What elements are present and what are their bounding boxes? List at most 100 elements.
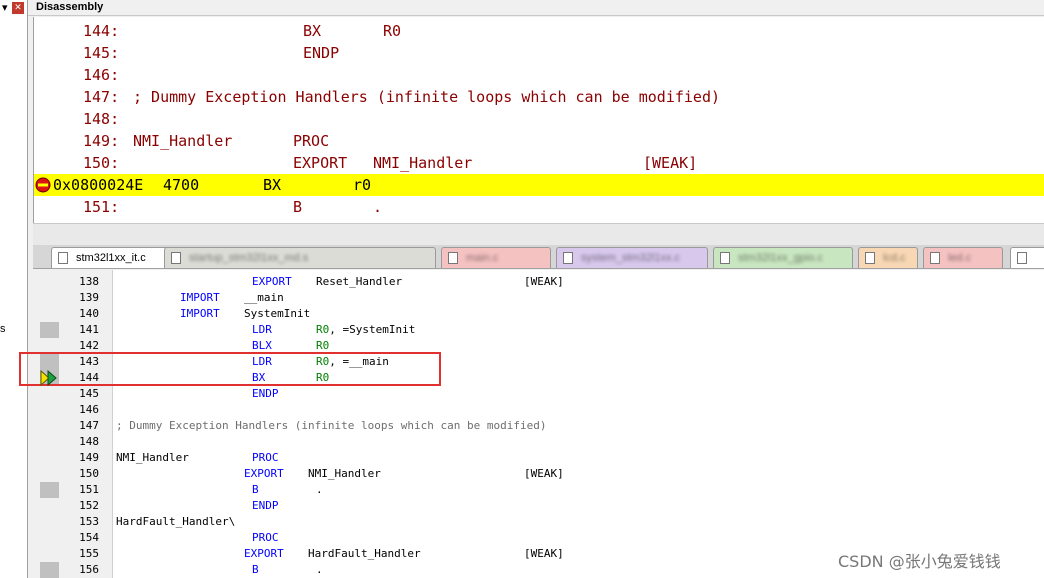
disassembly-line[interactable]: 144: BX R0 xyxy=(34,20,1044,42)
watermark: CSDN @张小兔爱钱钱 xyxy=(838,552,1001,571)
tab-main-c[interactable]: main.c xyxy=(441,247,551,268)
source-line[interactable]: 154 PROC xyxy=(33,530,1044,546)
line-number: 152 xyxy=(79,499,99,512)
disassembly-line-number: 151: xyxy=(83,198,120,216)
line-number: 154 xyxy=(79,531,99,544)
pin-icon[interactable]: ▾ xyxy=(2,1,8,14)
tab-label: stm32l1xx_it.c xyxy=(76,252,146,264)
line-number: 150 xyxy=(79,467,99,480)
disassembly-pane[interactable]: 144: BX R0 145: ENDP 146: 147: ; Dummy Exceptio… xyxy=(33,17,1044,223)
breakpoint-margin-marker[interactable] xyxy=(40,482,59,498)
disassembly-line[interactable]: 147: ; Dummy Exception Handlers (infinite… xyxy=(34,86,1044,108)
source-arg: Reset_Handler xyxy=(316,275,403,288)
current-instruction-operand: r0 xyxy=(353,176,372,194)
current-instruction-arrow-icon xyxy=(35,177,51,193)
source-op: B xyxy=(252,483,259,496)
tab-system-stm32l1xx-c[interactable]: system_stm32l1xx.c xyxy=(556,247,708,268)
line-number: 138 xyxy=(79,275,99,288)
tab-label: system_stm32l1xx.c xyxy=(581,252,681,264)
line-number: 141 xyxy=(79,323,99,336)
line-number: 149 xyxy=(79,451,99,464)
source-op: ENDP xyxy=(252,499,279,512)
disassembly-line-number: 149: xyxy=(83,132,120,150)
tab-startup-stm32l1xx-md-s[interactable]: startup_stm32l1xx_md.s xyxy=(164,247,436,268)
line-number: 151 xyxy=(79,483,99,496)
disassembly-line[interactable]: 148: xyxy=(34,108,1044,130)
tab-lcd-c[interactable]: lcd.c xyxy=(858,247,918,268)
close-icon[interactable]: ✕ xyxy=(12,2,24,14)
source-op: PROC xyxy=(252,451,279,464)
disassembly-title: Disassembly xyxy=(36,1,104,13)
line-number: 153 xyxy=(79,515,99,528)
disassembly-arg: . xyxy=(373,198,383,216)
disassembly-line[interactable]: 145: ENDP xyxy=(34,42,1044,64)
line-number: 155 xyxy=(79,547,99,560)
source-line[interactable]: 151 B. xyxy=(33,482,1044,498)
disassembly-line-number: 148: xyxy=(83,110,120,128)
file-icon xyxy=(930,252,940,264)
disassembly-arg: R0 xyxy=(383,22,402,40)
source-editor[interactable]: 138 EXPORT Reset_Handler [WEAK] 139 IMPORT __m… xyxy=(33,270,1044,578)
left-panel-strip: ▾ ✕ s xyxy=(0,0,28,578)
source-line[interactable]: 149 NMI_Handler PROC xyxy=(33,450,1044,466)
source-line[interactable]: 153 HardFault_Handler\ xyxy=(33,514,1044,530)
source-op: EXPORT xyxy=(244,547,284,560)
source-line[interactable]: 150 EXPORT NMI_Handler [WEAK] xyxy=(33,466,1044,482)
source-line[interactable]: 147 ; Dummy Exception Handlers (infinite … xyxy=(33,418,1044,434)
tab-stm32l1xx-it-c[interactable]: stm32l1xx_it.c xyxy=(51,247,179,268)
source-op: EXPORT xyxy=(252,275,292,288)
disassembly-op: ENDP xyxy=(303,44,340,62)
line-number: 140 xyxy=(79,307,99,320)
tab-label: stm32l1xx_gpio.c xyxy=(738,252,823,264)
source-weak-attr: [WEAK] xyxy=(524,547,564,560)
current-instruction-opcode: 4700 xyxy=(163,176,200,194)
file-icon xyxy=(448,252,458,264)
breakpoint-margin-marker[interactable] xyxy=(40,562,59,578)
line-number: 146 xyxy=(79,403,99,416)
disassembly-line[interactable]: 151: B. xyxy=(34,196,1044,218)
source-line[interactable]: 152 ENDP xyxy=(33,498,1044,514)
source-op: LDR xyxy=(252,323,272,336)
source-label: NMI_Handler xyxy=(116,451,189,464)
source-line[interactable]: 145 ENDP xyxy=(33,386,1044,402)
disassembly-op: BX xyxy=(303,22,322,40)
file-icon xyxy=(58,252,68,264)
source-op: B xyxy=(252,563,259,576)
tab-stm32l1xx-gpio-c[interactable]: stm32l1xx_gpio.c xyxy=(713,247,853,268)
execution-arrow-icon xyxy=(40,370,57,386)
source-op: IMPORT xyxy=(180,307,220,320)
tab-overflow[interactable] xyxy=(1010,247,1044,268)
disassembly-line[interactable]: 150: EXPORT NMI_Handler [WEAK] xyxy=(34,152,1044,174)
register-token: R0 xyxy=(316,323,330,336)
source-arg: . xyxy=(316,483,323,496)
current-instruction-line[interactable]: 0x0800024E 4700 BX r0 xyxy=(34,174,1044,196)
disassembly-line-number: 150: xyxy=(83,154,120,172)
source-op: PROC xyxy=(252,531,279,544)
source-line[interactable]: 146 xyxy=(33,402,1044,418)
breakpoint-margin-marker[interactable] xyxy=(40,322,59,338)
line-number: 139 xyxy=(79,291,99,304)
disassembly-extra: [WEAK] xyxy=(643,154,698,172)
source-arg: . xyxy=(316,563,323,576)
disassembly-line[interactable]: 146: xyxy=(34,64,1044,86)
file-icon xyxy=(865,252,875,264)
source-line[interactable]: 141 LDR R0, =SystemInit xyxy=(33,322,1044,338)
disassembly-line[interactable]: 149: NMI_Handler PROC xyxy=(34,130,1044,152)
source-line[interactable]: 139 IMPORT __main xyxy=(33,290,1044,306)
tab-led-c[interactable]: led.c xyxy=(923,247,1003,268)
tab-label: lcd.c xyxy=(883,252,906,264)
source-line[interactable]: 138 EXPORT Reset_Handler [WEAK] xyxy=(33,274,1044,290)
source-arg: R0, =SystemInit xyxy=(316,322,415,338)
disassembly-op: EXPORT xyxy=(293,154,348,172)
tab-label: main.c xyxy=(466,252,499,264)
pane-splitter[interactable] xyxy=(33,223,1044,245)
source-line[interactable]: 148 xyxy=(33,434,1044,450)
file-icon xyxy=(171,252,181,264)
left-panel-text-fragment: s xyxy=(0,323,6,335)
current-instruction-address: 0x0800024E xyxy=(53,176,144,194)
source-arg: NMI_Handler xyxy=(308,467,381,480)
source-line[interactable]: 140 IMPORT SystemInit xyxy=(33,306,1044,322)
source-arg: HardFault_Handler xyxy=(308,547,421,560)
source-label: HardFault_Handler\ xyxy=(116,515,236,528)
source-arg: SystemInit xyxy=(244,307,311,320)
